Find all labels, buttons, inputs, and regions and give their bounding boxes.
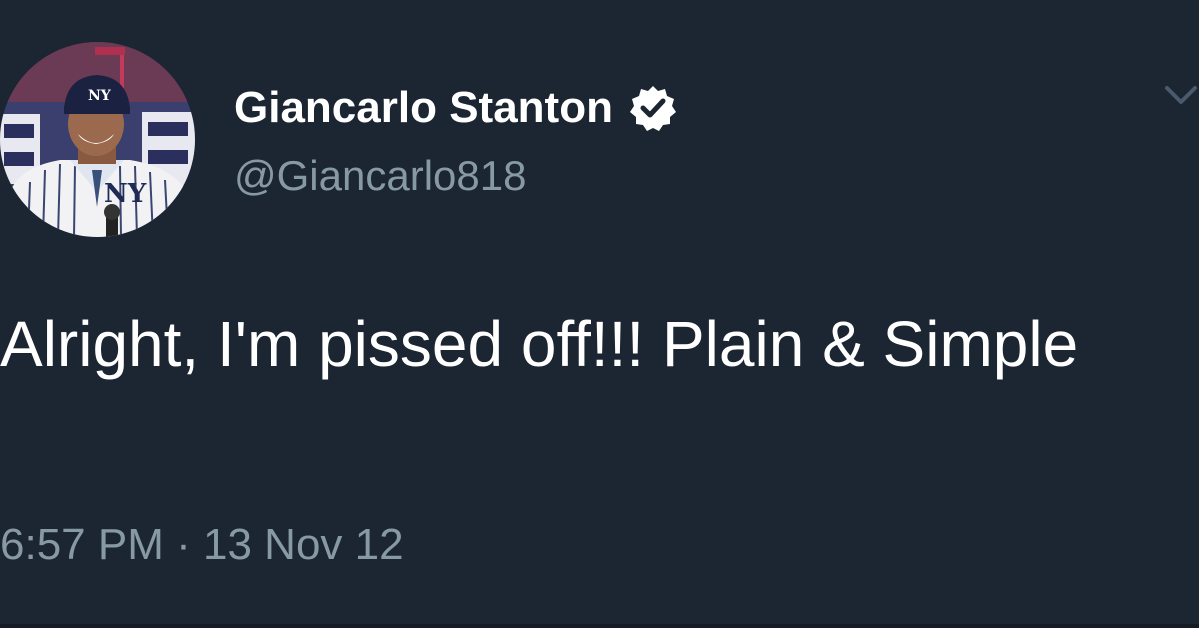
tweet-card: NY NY Giancarlo Stanton @Giancarlo818 Al… (0, 0, 1199, 628)
avatar[interactable]: NY NY (0, 42, 195, 237)
tweet-text: Alright, I'm pissed off!!! Plain & Simpl… (0, 308, 1079, 380)
divider (0, 624, 1199, 628)
timestamp-separator: · (176, 520, 191, 569)
tweet-time: 6:57 PM (0, 520, 164, 569)
tweet-date: 13 Nov 12 (203, 520, 404, 569)
avatar-photo: NY NY (0, 42, 195, 237)
display-name[interactable]: Giancarlo Stanton (234, 83, 613, 133)
author-row: Giancarlo Stanton (234, 80, 677, 136)
verified-badge-icon (629, 84, 677, 132)
user-handle[interactable]: @Giancarlo818 (234, 152, 526, 200)
tweet-timestamp[interactable]: 6:57 PM · 13 Nov 12 (0, 520, 404, 570)
svg-text:NY: NY (88, 88, 112, 104)
chevron-down-icon[interactable] (1163, 78, 1199, 114)
